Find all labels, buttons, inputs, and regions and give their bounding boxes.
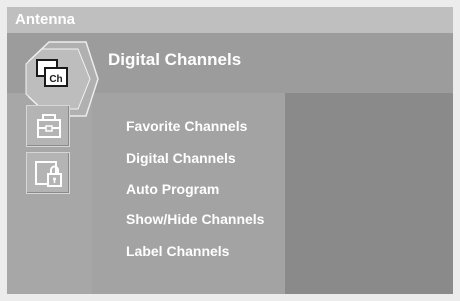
category-lock-button[interactable] — [26, 152, 70, 194]
menu-item-show-hide-channels[interactable]: Show/Hide Channels — [126, 211, 264, 227]
menu-panel: Antenna Digital Channels Ch Favorite Cha… — [7, 7, 453, 294]
menu-item-digital-channels[interactable]: Digital Channels — [126, 150, 236, 166]
menu-item-auto-program[interactable]: Auto Program — [126, 181, 219, 197]
source-bar: Antenna — [7, 7, 453, 33]
menu-item-label-channels[interactable]: Label Channels — [126, 243, 229, 259]
page-title: Digital Channels — [108, 50, 242, 69]
tv-menu-screen: Antenna Digital Channels Ch Favorite Cha… — [0, 0, 460, 301]
lock-icon — [35, 161, 62, 187]
channel-icon-label: Ch — [49, 74, 62, 85]
toolbox-icon — [37, 114, 61, 138]
content-pane — [285, 93, 453, 294]
source-label: Antenna — [15, 11, 75, 28]
category-setup-button[interactable] — [26, 105, 70, 147]
menu-item-favorite-channels[interactable]: Favorite Channels — [126, 118, 247, 134]
